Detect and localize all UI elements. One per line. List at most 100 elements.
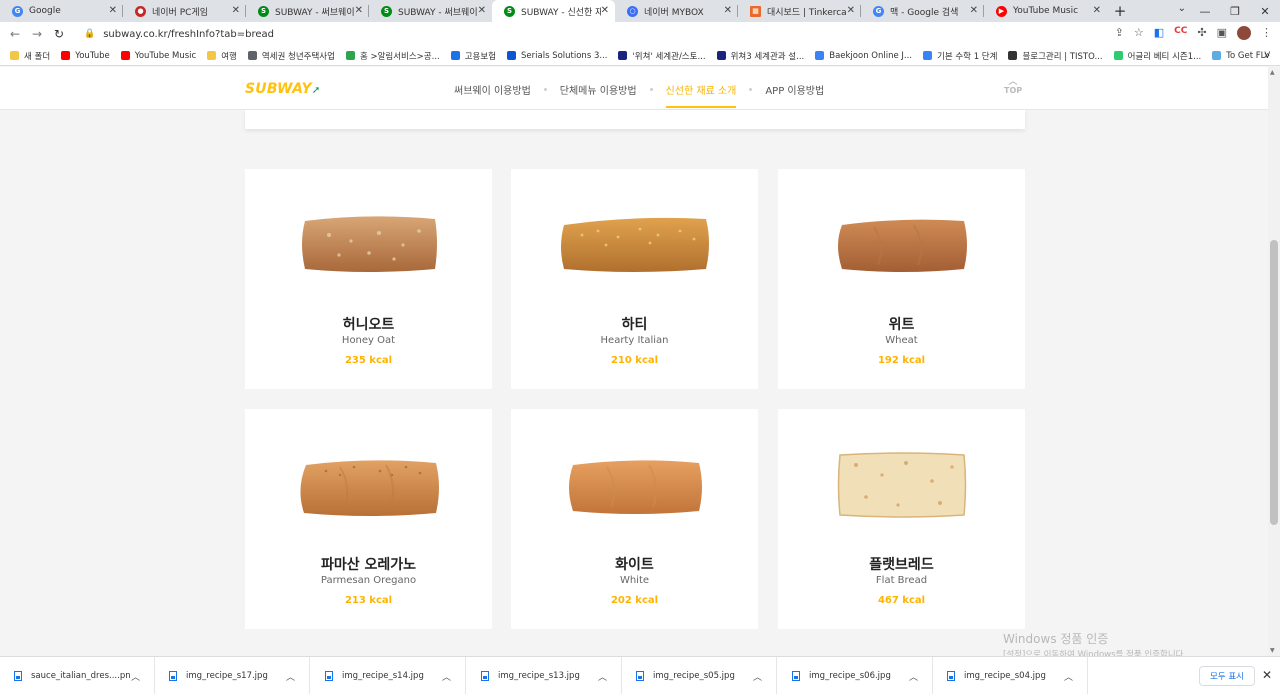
bookmark-star-icon[interactable]: ☆ xyxy=(1134,26,1144,40)
menu-kebab-icon[interactable]: ⋮ xyxy=(1261,26,1272,40)
tab-label: 네이버 MYBOX xyxy=(644,7,704,18)
bookmark-item[interactable]: 역세권 청년주택사업 xyxy=(247,50,335,62)
nav-fresh-ingredients[interactable]: 신선한 재료 소개 xyxy=(665,82,736,108)
page-scrollbar[interactable]: ▲ ▼ xyxy=(1268,67,1280,656)
address-bar[interactable]: subway.co.kr/freshInfo?tab=bread xyxy=(103,29,274,40)
bread-card[interactable]: 위트 Wheat 192 kcal xyxy=(778,169,1025,389)
close-tab-icon[interactable]: ✕ xyxy=(355,5,363,16)
bookmark-item[interactable]: 홈 >알림서비스>공... xyxy=(345,50,440,62)
nav-how-to-use[interactable]: 써브웨이 이용방법 xyxy=(454,82,531,97)
browser-tab[interactable]: S SUBWAY - 써브웨이 이 ✕ xyxy=(246,0,369,22)
forward-icon[interactable]: → xyxy=(26,27,48,41)
close-tab-icon[interactable]: ✕ xyxy=(970,5,978,16)
close-tab-icon[interactable]: ✕ xyxy=(724,5,732,16)
youtube-music-icon: ▶ xyxy=(996,5,1007,17)
close-tab-icon[interactable]: ✕ xyxy=(478,5,486,16)
bookmark-item[interactable]: '위쳐' 세계관/스토... xyxy=(618,50,706,62)
show-all-downloads-button[interactable]: 모두 표시 xyxy=(1199,666,1255,686)
browser-tab-active[interactable]: S SUBWAY - 신선한 재료 ✕ xyxy=(492,0,615,22)
chevron-up-icon[interactable]: ︿ xyxy=(1064,670,1073,683)
new-tab-button[interactable]: + xyxy=(1107,0,1133,22)
close-tab-icon[interactable]: ✕ xyxy=(601,5,609,16)
browser-tab[interactable]: ▶ YouTube Music ✕ xyxy=(984,0,1107,22)
bookmark-favicon-icon xyxy=(345,51,355,60)
nav-group-menu[interactable]: 단체메뉴 이용방법 xyxy=(560,82,637,97)
download-item[interactable]: img_recipe_s17.jpg ︿ xyxy=(155,657,310,694)
browser-tab[interactable]: ▦ 대시보드 | Tinkercad ✕ xyxy=(738,0,861,22)
extensions-icon[interactable]: ✣ xyxy=(1197,26,1206,40)
bread-card[interactable]: 허니오트 Honey Oat 235 kcal xyxy=(245,169,492,389)
chevron-up-icon[interactable]: ︿ xyxy=(909,670,918,683)
bookmark-label: 홈 >알림서비스>공... xyxy=(359,51,440,62)
close-tab-icon[interactable]: ✕ xyxy=(847,5,855,16)
back-icon[interactable]: ← xyxy=(4,27,26,41)
download-filename: img_recipe_s14.jpg xyxy=(342,671,424,681)
bookmark-item[interactable]: 새 폴더 xyxy=(10,50,50,62)
download-item[interactable]: img_recipe_s06.jpg ︿ xyxy=(778,657,933,694)
download-item[interactable]: img_recipe_s04.jpg ︿ xyxy=(933,657,1088,694)
subway-logo[interactable]: SUBWAY➚ xyxy=(245,81,320,97)
tab-label: 맥 - Google 검색 xyxy=(890,7,959,18)
bread-card[interactable]: 플랫브레드 Flat Bread 467 kcal xyxy=(778,409,1025,629)
nav-app-guide[interactable]: APP 이용방법 xyxy=(765,82,824,97)
browser-tab[interactable]: S SUBWAY - 써브웨이 이 ✕ xyxy=(369,0,492,22)
download-item[interactable]: img_recipe_s13.jpg ︿ xyxy=(467,657,622,694)
profile-avatar[interactable] xyxy=(1237,26,1251,40)
chevron-up-icon[interactable]: ︿ xyxy=(442,670,451,683)
translate-extension-icon[interactable]: ◧ xyxy=(1154,26,1164,40)
file-icon xyxy=(14,671,22,681)
browser-tab[interactable]: ○ 네이버 MYBOX ✕ xyxy=(615,0,738,22)
chevron-up-icon[interactable]: ︿ xyxy=(598,670,607,683)
bookmark-item[interactable]: Serials Solutions 3... xyxy=(507,51,607,61)
restore-icon[interactable]: ❐ xyxy=(1220,0,1250,22)
bookmark-favicon-icon xyxy=(120,51,130,60)
bookmark-item[interactable]: 고용보험 xyxy=(450,50,496,62)
bread-name-en: Hearty Italian xyxy=(600,335,669,346)
reload-icon[interactable]: ↻ xyxy=(48,27,70,41)
bookmark-item[interactable]: 여행 xyxy=(207,50,237,62)
bookmark-label: 위쳐3 세계관과 설... xyxy=(730,51,805,62)
bookmark-item[interactable]: To Get FLV xyxy=(1212,51,1270,61)
scroll-up-arrow-icon[interactable]: ▲ xyxy=(1270,69,1275,76)
close-download-shelf-icon[interactable]: ✕ xyxy=(1262,668,1272,682)
chevron-up-icon[interactable]: ︿ xyxy=(286,670,295,683)
close-window-icon[interactable]: ✕ xyxy=(1250,0,1280,22)
bread-name-en: White xyxy=(619,575,650,586)
more-bookmarks-icon[interactable]: » xyxy=(1264,50,1270,61)
bread-card[interactable]: 파마산 오레가노 Parmesan Oregano 213 kcal xyxy=(245,409,492,629)
download-item[interactable]: img_recipe_s05.jpg ︿ xyxy=(622,657,777,694)
tab-label: Google xyxy=(29,6,61,16)
side-panel-icon[interactable]: ▣ xyxy=(1217,26,1227,40)
chevron-up-icon[interactable]: ︿ xyxy=(131,670,140,683)
bookmark-label: Baekjoon Online J... xyxy=(829,50,913,61)
minimize-icon[interactable]: — xyxy=(1190,0,1220,22)
wheat-bread-image xyxy=(837,219,967,272)
share-icon[interactable]: ⇪ xyxy=(1115,26,1124,40)
lock-icon[interactable]: 🔒 xyxy=(84,29,95,39)
chevron-up-icon[interactable]: ︿ xyxy=(753,670,762,683)
bookmark-item[interactable]: YouTube Music xyxy=(120,51,196,61)
scrollbar-thumb[interactable] xyxy=(1270,240,1278,525)
bookmark-item[interactable]: 기본 수학 1 단계 xyxy=(923,50,997,62)
bookmark-item[interactable]: 어글리 베티 시즌1... xyxy=(1113,50,1201,62)
bookmark-item[interactable]: 블로그관리 | TISTO... xyxy=(1008,50,1103,62)
white-bread-image xyxy=(568,460,702,514)
browser-tab[interactable]: G 맥 - Google 검색 ✕ xyxy=(861,0,984,22)
close-tab-icon[interactable]: ✕ xyxy=(1093,5,1101,16)
download-item[interactable]: sauce_italian_dres....png ︿ xyxy=(0,657,155,694)
close-tab-icon[interactable]: ✕ xyxy=(232,5,240,16)
bookmark-item[interactable]: 위쳐3 세계관과 설... xyxy=(716,50,805,62)
bookmark-item[interactable]: Baekjoon Online J... xyxy=(815,51,912,61)
cc-extension-icon[interactable]: CC xyxy=(1174,26,1187,40)
scroll-down-arrow-icon[interactable]: ▼ xyxy=(1270,647,1275,654)
scroll-top-button[interactable]: ︿ TOP xyxy=(1004,78,1022,96)
browser-tab[interactable]: ● 네이버 PC게임 ✕ xyxy=(123,0,246,22)
bread-card[interactable]: 하티 Hearty Italian 210 kcal xyxy=(511,169,758,389)
tab-search-icon[interactable]: ⌄ xyxy=(1178,3,1186,14)
bookmark-item[interactable]: YouTube xyxy=(61,51,110,61)
bread-card[interactable]: 화이트 White 202 kcal xyxy=(511,409,758,629)
browser-tab[interactable]: G Google ✕ xyxy=(0,0,123,22)
close-tab-icon[interactable]: ✕ xyxy=(109,5,117,16)
download-item[interactable]: img_recipe_s14.jpg ︿ xyxy=(311,657,466,694)
bookmark-label: '위쳐' 세계관/스토... xyxy=(632,51,706,62)
